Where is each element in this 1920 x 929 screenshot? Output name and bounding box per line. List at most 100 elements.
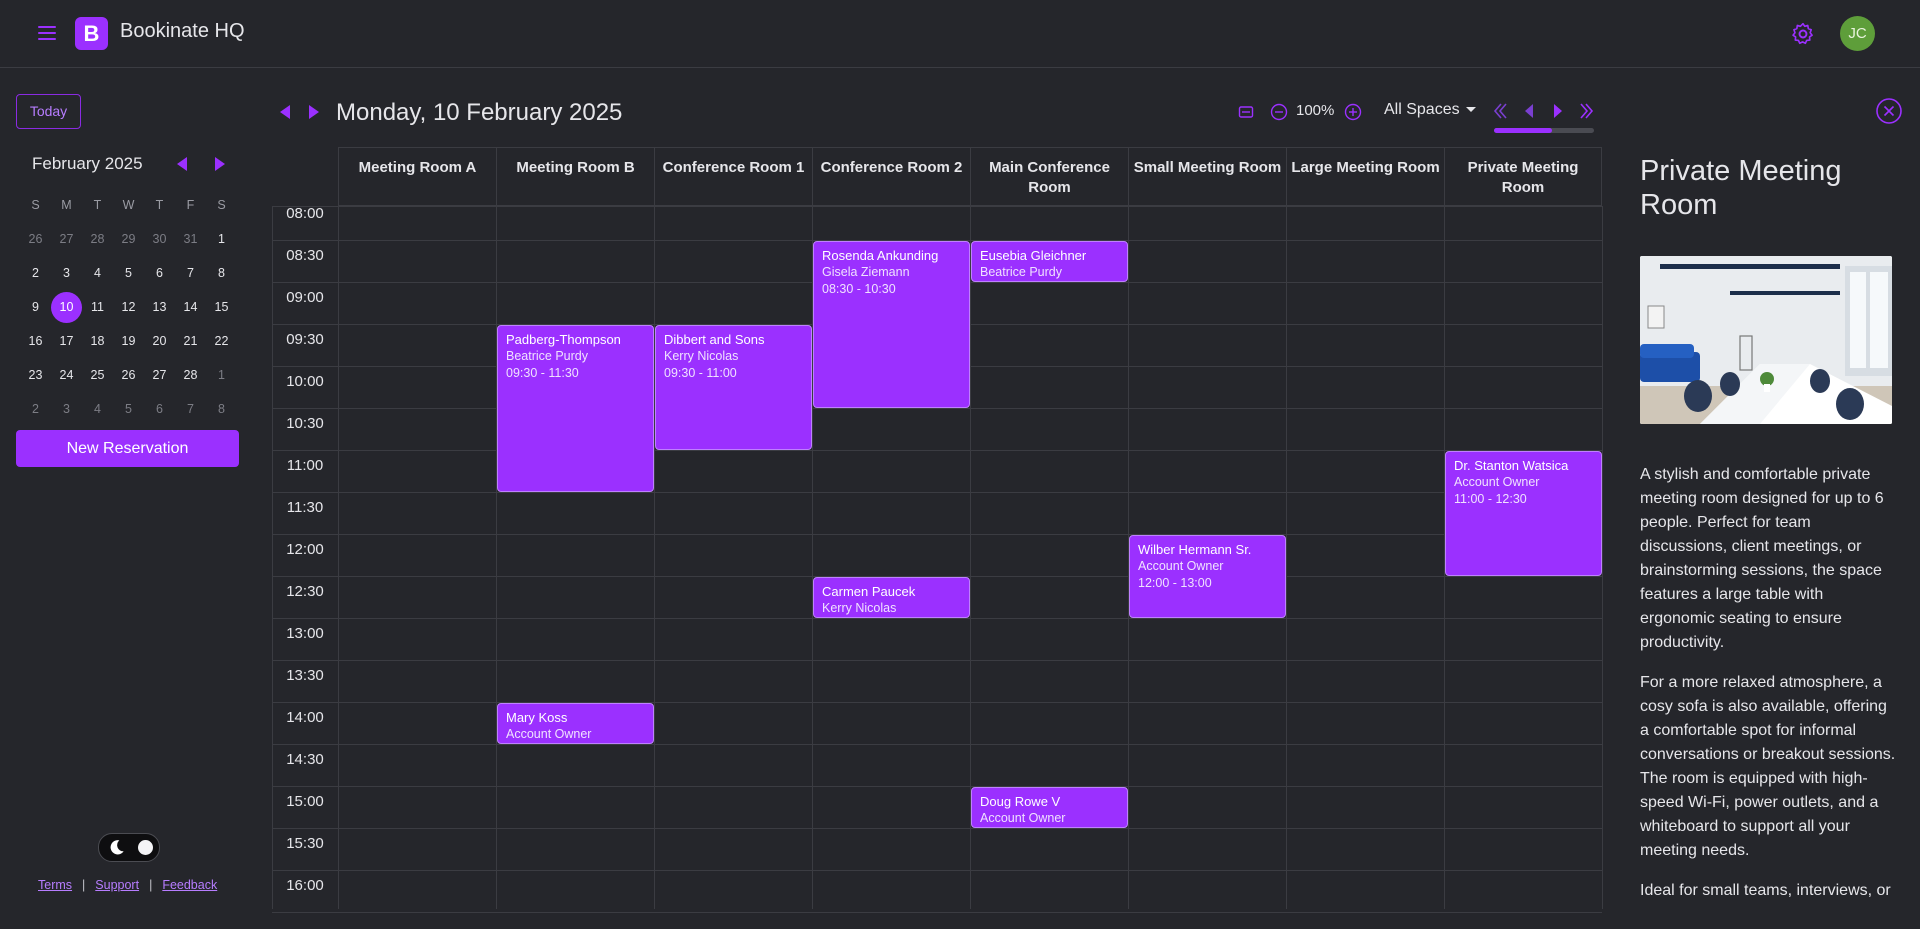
- calendar-day[interactable]: 2: [20, 266, 51, 280]
- spaces-filter-dropdown[interactable]: All Spaces: [1384, 101, 1476, 119]
- mini-calendar-title: February 2025: [32, 154, 143, 173]
- panel-title: Private Meeting Room: [1640, 155, 1842, 221]
- calendar-day[interactable]: 30: [144, 232, 175, 246]
- calendar-day[interactable]: 29: [113, 232, 144, 246]
- event-title: Dibbert and Sons: [664, 332, 765, 347]
- calendar-day[interactable]: 9: [20, 300, 51, 314]
- avatar[interactable]: JC: [1840, 16, 1875, 51]
- feedback-link[interactable]: Feedback: [162, 878, 217, 892]
- calendar-day[interactable]: 18: [82, 334, 113, 348]
- theme-toggle[interactable]: [98, 833, 160, 862]
- room-column-header[interactable]: Large Meeting Room: [1286, 147, 1444, 206]
- terms-link[interactable]: Terms: [38, 878, 72, 892]
- calendar-day[interactable]: 22: [206, 334, 237, 348]
- calendar-day[interactable]: 28: [175, 368, 206, 382]
- calendar-day[interactable]: 17: [51, 334, 82, 348]
- spaces-filter-label: All Spaces: [1384, 101, 1460, 118]
- next-day-icon[interactable]: [307, 103, 321, 121]
- calendar-day[interactable]: 1: [206, 368, 237, 382]
- chevron-right-icon[interactable]: [213, 156, 227, 172]
- calendar-day[interactable]: 1: [206, 232, 237, 246]
- calendar-day[interactable]: 28: [82, 232, 113, 246]
- scroll-last-icon[interactable]: [1579, 101, 1595, 121]
- room-column-header[interactable]: Main Conference Room: [970, 147, 1128, 206]
- reservation-event[interactable]: Dibbert and Sons Kerry Nicolas 09:30 - 11:…: [655, 325, 812, 450]
- support-link[interactable]: Support: [95, 878, 139, 892]
- reservation-event[interactable]: Dr. Stanton Watsica Account Owner 11:00 - …: [1445, 451, 1602, 576]
- top-bar: B Bookinate HQ JC: [0, 0, 1920, 68]
- scrollbar-thumb[interactable]: [1494, 128, 1552, 133]
- calendar-day[interactable]: 19: [113, 334, 144, 348]
- zoom-out-icon[interactable]: [1270, 103, 1288, 121]
- event-person: Kerry Nicolas: [664, 349, 739, 363]
- calendar-day[interactable]: 25: [82, 368, 113, 382]
- calendar-week-row: 26 27 28 29 30 31 1: [20, 222, 240, 256]
- scroll-first-icon[interactable]: [1492, 101, 1508, 121]
- grid-row-line: [272, 206, 1602, 207]
- calendar-day[interactable]: 3: [51, 402, 82, 416]
- calendar-day[interactable]: 11: [82, 300, 113, 314]
- event-person: Account Owner: [980, 811, 1066, 825]
- calendar-day[interactable]: 6: [144, 402, 175, 416]
- calendar-day[interactable]: 12: [113, 300, 144, 314]
- calendar-day[interactable]: 7: [175, 266, 206, 280]
- room-column-header[interactable]: Meeting Room A: [338, 147, 496, 206]
- menu-icon[interactable]: [38, 26, 56, 40]
- weekday-label: M: [61, 198, 72, 212]
- calendar-day[interactable]: 14: [175, 300, 206, 314]
- gear-icon[interactable]: [1790, 21, 1816, 47]
- calendar-day[interactable]: 3: [51, 266, 82, 280]
- reservation-event[interactable]: Doug Rowe V Account Owner: [971, 787, 1128, 828]
- room-column-header[interactable]: Private Meeting Room: [1444, 147, 1602, 206]
- calendar-day[interactable]: 24: [51, 368, 82, 382]
- calendar-day[interactable]: 15: [206, 300, 237, 314]
- calendar-day[interactable]: 4: [82, 402, 113, 416]
- event-time: 09:30 - 11:30: [506, 366, 579, 380]
- room-column-header[interactable]: Small Meeting Room: [1128, 147, 1286, 206]
- reservation-event[interactable]: Wilber Hermann Sr. Account Owner 12:00 - 1…: [1129, 535, 1286, 618]
- room-column-header[interactable]: Meeting Room B: [496, 147, 654, 206]
- event-title: Doug Rowe V: [980, 794, 1061, 809]
- room-column-header[interactable]: Conference Room 1: [654, 147, 812, 206]
- calendar-day[interactable]: 7: [175, 402, 206, 416]
- event-person: Beatrice Purdy: [980, 265, 1062, 279]
- calendar-day[interactable]: 8: [206, 402, 237, 416]
- calendar-day[interactable]: 27: [144, 368, 175, 382]
- grid-row-line: [272, 492, 1602, 493]
- calendar-day[interactable]: 6: [144, 266, 175, 280]
- reservation-event[interactable]: Carmen Paucek Kerry Nicolas: [813, 577, 970, 618]
- horizontal-scrollbar[interactable]: [1494, 128, 1594, 133]
- grid-column-line: [1602, 206, 1603, 909]
- reservation-event[interactable]: Padberg-Thompson Beatrice Purdy 09:30 - 11…: [497, 325, 654, 492]
- reservation-event[interactable]: Rosenda Ankunding Gisela Ziemann 08:30 - 1…: [813, 241, 970, 408]
- calendar-day[interactable]: 8: [206, 266, 237, 280]
- calendar-day[interactable]: 31: [175, 232, 206, 246]
- room-photo: [1640, 256, 1892, 424]
- event-title: Eusebia Gleichner: [980, 248, 1087, 263]
- zoom-in-icon[interactable]: [1344, 103, 1362, 121]
- reservation-event[interactable]: Eusebia Gleichner Beatrice Purdy: [971, 241, 1128, 282]
- calendar-day[interactable]: 4: [82, 266, 113, 280]
- reservation-event[interactable]: Mary Koss Account Owner: [497, 703, 654, 744]
- close-icon[interactable]: [1876, 98, 1902, 124]
- calendar-day[interactable]: 26: [113, 368, 144, 382]
- calendar-day[interactable]: 5: [113, 402, 144, 416]
- prev-day-icon[interactable]: [278, 103, 292, 121]
- scroll-next-icon[interactable]: [1550, 101, 1566, 121]
- calendar-day[interactable]: 20: [144, 334, 175, 348]
- collapse-icon[interactable]: [1238, 104, 1254, 120]
- calendar-day[interactable]: 16: [20, 334, 51, 348]
- new-reservation-button[interactable]: New Reservation: [16, 430, 239, 467]
- chevron-left-icon[interactable]: [175, 156, 189, 172]
- calendar-day[interactable]: 13: [144, 300, 175, 314]
- calendar-day[interactable]: 27: [51, 232, 82, 246]
- calendar-day[interactable]: 23: [20, 368, 51, 382]
- scroll-prev-icon[interactable]: [1521, 101, 1537, 121]
- calendar-day-selected[interactable]: 10: [51, 291, 82, 323]
- calendar-day[interactable]: 26: [20, 232, 51, 246]
- room-column-header[interactable]: Conference Room 2: [812, 147, 970, 206]
- calendar-day[interactable]: 5: [113, 266, 144, 280]
- today-button[interactable]: Today: [16, 94, 81, 129]
- calendar-day[interactable]: 2: [20, 402, 51, 416]
- calendar-day[interactable]: 21: [175, 334, 206, 348]
